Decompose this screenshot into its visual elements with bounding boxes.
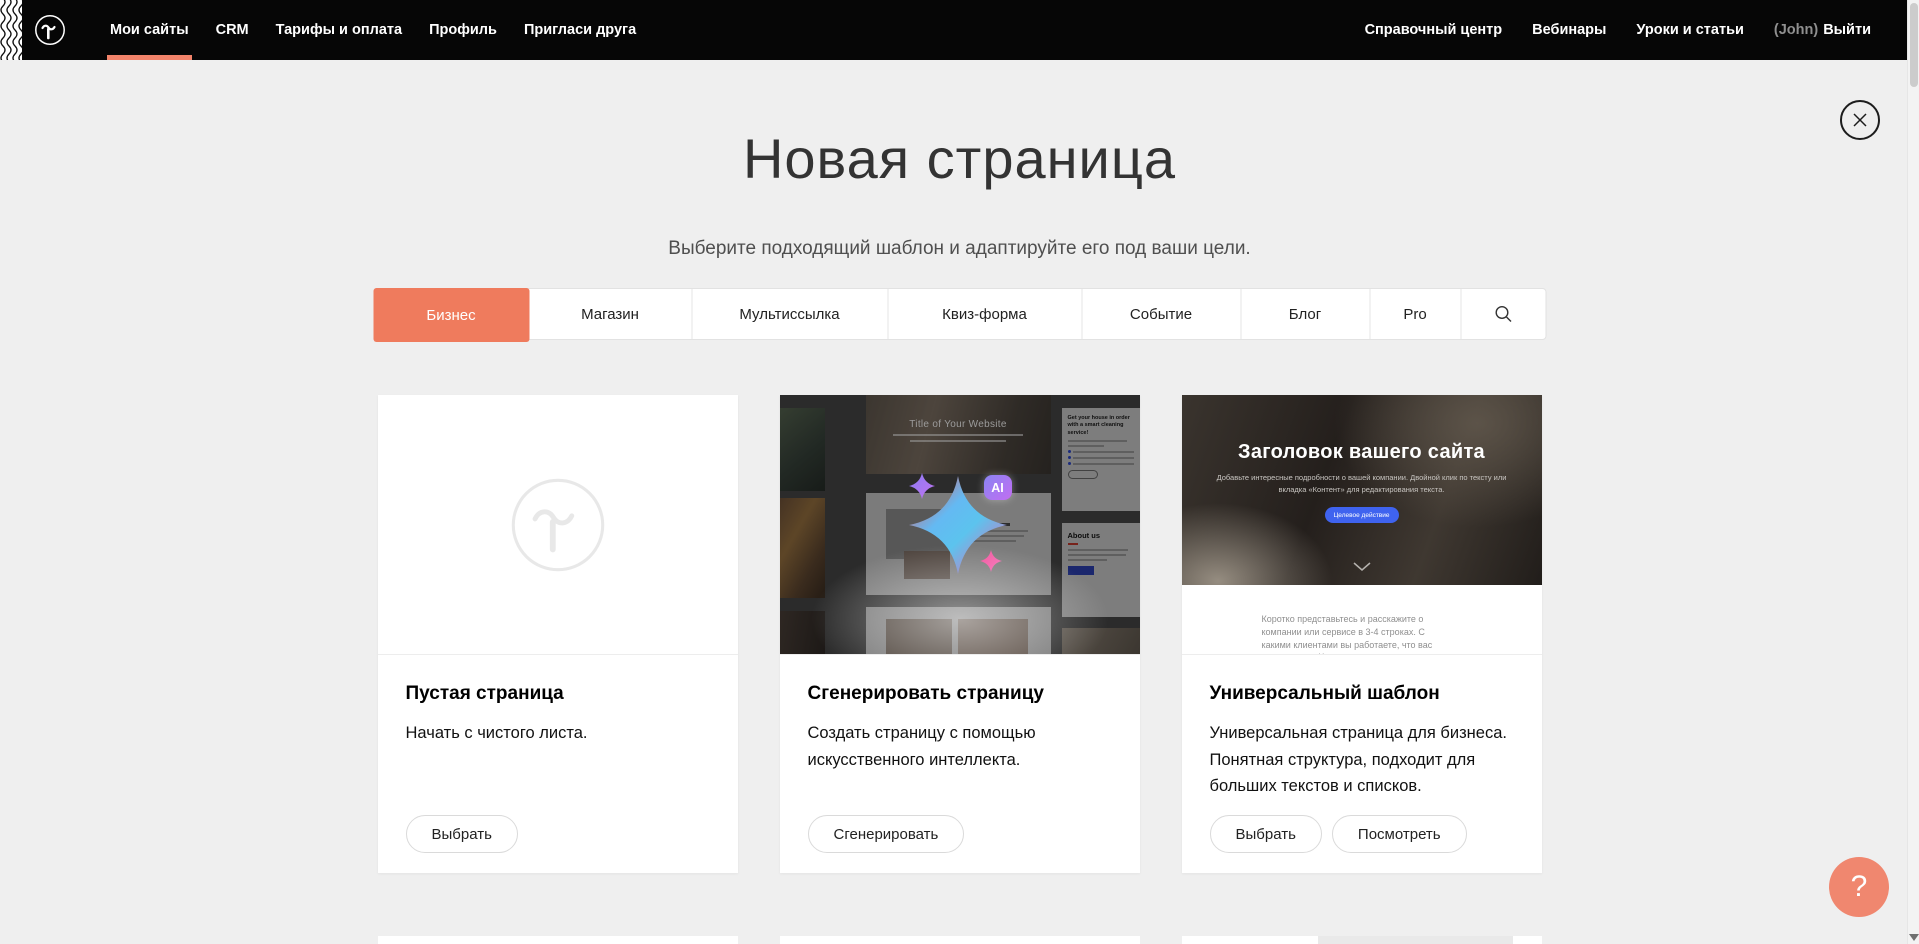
nav-item-lessons[interactable]: Уроки и статьи — [1636, 0, 1743, 60]
template-hero-subheading: Добавьте интересные подробности о вашей … — [1207, 472, 1517, 495]
tab-blog[interactable]: Блог — [1241, 289, 1370, 339]
preview-universal-button[interactable]: Посмотреть — [1332, 815, 1467, 853]
tab-shop[interactable]: Магазин — [529, 289, 692, 339]
template-card-preview-partial[interactable] — [780, 936, 1140, 944]
template-card-preview-partial[interactable] — [378, 936, 738, 944]
scrollbar-down-arrow[interactable] — [1909, 934, 1919, 941]
choose-universal-button[interactable]: Выбрать — [1210, 815, 1322, 853]
nav-item-tariffs[interactable]: Тарифы и оплата — [276, 0, 402, 60]
nav-user-block: (John) Выйти — [1774, 22, 1871, 38]
chevron-down-icon — [1353, 562, 1371, 571]
tab-quiz-form[interactable]: Квиз-форма — [888, 289, 1082, 339]
universal-preview: Заголовок вашего сайта Добавьте интересн… — [1182, 395, 1542, 655]
question-icon: ? — [1851, 870, 1868, 904]
logout-link[interactable]: Выйти — [1823, 22, 1871, 38]
nav-item-my-sites[interactable]: Мои сайты — [110, 0, 189, 60]
tab-pro[interactable]: Pro — [1370, 289, 1461, 339]
card-buttons: Выбрать — [406, 815, 518, 853]
close-button[interactable] — [1840, 100, 1880, 140]
search-icon — [1493, 304, 1513, 324]
nav-right-menu: Справочный центр Вебинары Уроки и статьи… — [1365, 0, 1871, 60]
card-info: Сгенерировать страницу Создать страницу … — [780, 655, 1140, 801]
nav-item-label: Мои сайты — [110, 22, 189, 38]
tab-multilink[interactable]: Мультиссылка — [692, 289, 888, 339]
template-cta-button: Целевое действие — [1325, 507, 1399, 523]
card-description: Универсальная страница для бизнеса. Поня… — [1210, 720, 1514, 800]
card-title: Универсальный шаблон — [1210, 683, 1514, 705]
zigzag-decoration — [0, 0, 22, 60]
scrollbar[interactable] — [1907, 0, 1919, 944]
template-text-section: Коротко представьтесь и расскажите о ком… — [1182, 585, 1542, 655]
card-buttons: Выбрать Посмотреть — [1210, 815, 1467, 853]
blank-preview — [378, 395, 738, 655]
card-buttons: Сгенерировать — [808, 815, 965, 853]
ai-preview: Title of Your Website — [780, 395, 1140, 655]
card-info: Пустая страница Начать с чистого листа. — [378, 655, 738, 775]
generate-button[interactable]: Сгенерировать — [808, 815, 965, 853]
tab-event[interactable]: Событие — [1082, 289, 1241, 339]
choose-blank-button[interactable]: Выбрать — [406, 815, 518, 853]
thumbnail-photo — [780, 611, 825, 655]
user-name: (John) — [1774, 22, 1818, 38]
template-card-ai: Title of Your Website — [780, 395, 1140, 873]
card-title: Пустая страница — [406, 683, 710, 705]
template-category-tabs: Бизнес Магазин Мультиссылка Квиз-форма С… — [373, 288, 1546, 340]
top-navbar: Мои сайты CRM Тарифы и оплата Профиль Пр… — [0, 0, 1907, 60]
card-description: Начать с чистого листа. — [406, 720, 710, 747]
tilda-logo-icon[interactable] — [34, 14, 66, 46]
template-cards-row-2 — [378, 936, 1542, 944]
thumbnail-website-header: Title of Your Website — [866, 395, 1051, 474]
template-card-preview-partial[interactable] — [1182, 936, 1542, 944]
card-description: Создать страницу с помощью искусственног… — [808, 720, 1112, 773]
page-title: Новая страница — [0, 126, 1919, 191]
thumbnail-about-card: About us — [1062, 523, 1140, 617]
template-card-blank: Пустая страница Начать с чистого листа. … — [378, 395, 738, 873]
nav-left-menu: Мои сайты CRM Тарифы и оплата Профиль Пр… — [110, 0, 636, 60]
tab-search[interactable] — [1461, 289, 1545, 339]
card-info: Универсальный шаблон Универсальная стран… — [1182, 655, 1542, 828]
nav-item-crm[interactable]: CRM — [216, 0, 249, 60]
help-button[interactable]: ? — [1829, 857, 1889, 917]
close-icon — [1852, 112, 1868, 128]
tab-business[interactable]: Бизнес — [373, 288, 529, 342]
page-subtitle: Выберите подходящий шаблон и адаптируйте… — [0, 238, 1919, 260]
scrollbar-thumb[interactable] — [1910, 3, 1918, 87]
thumbnail-photo — [1062, 628, 1140, 655]
template-cards-row: Пустая страница Начать с чистого листа. … — [378, 395, 1542, 873]
active-nav-underline — [107, 55, 192, 60]
tilda-ghost-logo-icon — [509, 476, 607, 574]
thumbnail-photo — [780, 408, 825, 491]
template-body-text: Коротко представьтесь и расскажите о ком… — [1262, 613, 1454, 655]
thumbnail-cleaning-card: Get your house in order with a smart cle… — [1062, 408, 1140, 511]
template-card-universal: Заголовок вашего сайта Добавьте интересн… — [1182, 395, 1542, 873]
ai-badge: AI — [984, 475, 1012, 500]
thumbnail-gallery-card — [866, 607, 1051, 655]
template-hero-section: Заголовок вашего сайта Добавьте интересн… — [1182, 395, 1542, 585]
nav-item-webinars[interactable]: Вебинары — [1532, 0, 1606, 60]
nav-item-profile[interactable]: Профиль — [429, 0, 497, 60]
thumbnail-site-title: Title of Your Website — [866, 419, 1051, 430]
card-title: Сгенерировать страницу — [808, 683, 1112, 705]
template-hero-heading: Заголовок вашего сайта — [1182, 441, 1542, 464]
nav-item-invite-friend[interactable]: Пригласи друга — [524, 0, 636, 60]
thumbnail-photo — [780, 498, 825, 598]
nav-item-help-center[interactable]: Справочный центр — [1365, 0, 1503, 60]
